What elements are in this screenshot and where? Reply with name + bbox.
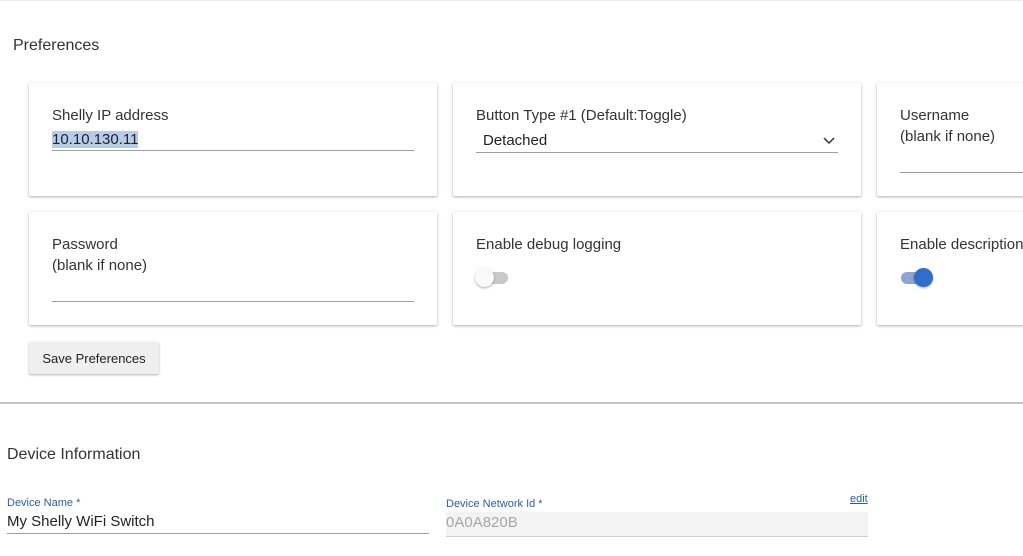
username-label: Username (900, 107, 970, 124)
toggle-knob (475, 268, 494, 287)
top-divider (0, 0, 1023, 1)
shelly-ip-card: Shelly IP address 10.10.130.11 (29, 83, 437, 196)
device-name-input[interactable]: My Shelly WiFi Switch (7, 511, 429, 534)
chevron-down-icon (823, 137, 835, 145)
button-type-label: Button Type #1 (Default:Toggle) (476, 107, 687, 124)
shelly-ip-label: Shelly IP address (52, 107, 169, 124)
button-type-select[interactable]: Detached (476, 129, 838, 153)
save-preferences-button[interactable]: Save Preferences (29, 342, 159, 374)
next-field-label-clipped (446, 552, 476, 556)
button-type-card: Button Type #1 (Default:Toggle) Detached (453, 83, 861, 196)
debug-logging-card: Enable debug logging (453, 212, 861, 325)
network-id-label: Device Network Id * (446, 498, 543, 510)
username-input[interactable] (900, 151, 1023, 173)
shelly-ip-value: 10.10.130.11 (52, 131, 139, 148)
section-divider (0, 402, 1023, 404)
password-card: Password (blank if none) (29, 212, 437, 325)
username-hint: (blank if none) (900, 128, 996, 145)
device-preferences-page: Preferences Shelly IP address 10.10.130.… (0, 0, 1023, 556)
shelly-ip-input[interactable]: 10.10.130.11 (52, 129, 414, 151)
device-information-title: Device Information (7, 446, 141, 463)
preferences-title: Preferences (13, 37, 100, 54)
username-card: Username (blank if none) (877, 83, 1023, 196)
debug-logging-label: Enable debug logging (476, 236, 622, 253)
password-hint: (blank if none) (52, 257, 148, 274)
password-input[interactable] (52, 280, 414, 302)
network-id-input: 0A0A820B (446, 512, 868, 537)
password-label: Password (52, 236, 118, 253)
debug-logging-toggle[interactable] (475, 266, 511, 290)
description-card: Enable description (877, 212, 1023, 325)
description-toggle[interactable] (899, 266, 935, 290)
button-type-selected: Detached (483, 132, 548, 149)
network-id-edit-link[interactable]: edit (850, 493, 868, 505)
description-label: Enable description (900, 236, 1023, 253)
toggle-knob (914, 268, 933, 287)
device-name-label: Device Name * (7, 497, 81, 509)
